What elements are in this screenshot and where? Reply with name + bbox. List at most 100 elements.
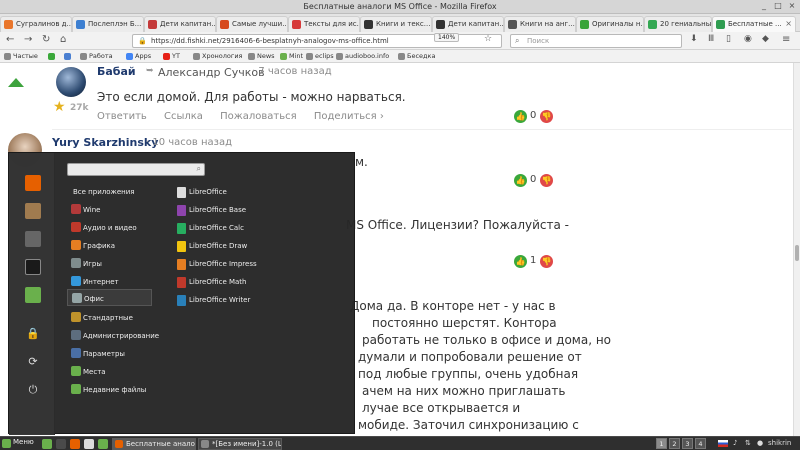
browser-tab[interactable]: Оригиналы н... — [576, 16, 644, 32]
upvote-arrow-icon[interactable] — [8, 78, 24, 87]
browser-tab-active[interactable]: Бесплатные ... × — [712, 16, 796, 32]
thumbs-down-icon[interactable]: 👎 — [540, 110, 553, 123]
hamburger-menu-icon[interactable]: ≡ — [782, 34, 790, 45]
browser-tab[interactable]: 20 гениальны... — [644, 16, 712, 32]
app-libreoffice-impress[interactable]: LibreOffice Impress — [172, 255, 352, 272]
permalink-link[interactable]: Ссылка — [164, 111, 203, 122]
browser-tab[interactable]: Дети капитан... — [432, 16, 504, 32]
volume-icon[interactable]: ♪ — [733, 439, 737, 447]
minimize-button[interactable]: _ — [758, 1, 770, 10]
zoom-indicator[interactable]: 140% — [434, 33, 460, 42]
bookmark-folder[interactable]: Работа — [80, 52, 113, 60]
browser-tab[interactable]: Сугралинов д... — [0, 16, 72, 32]
power-icon[interactable]: ⏻ — [26, 383, 40, 397]
bookmark-item[interactable]: Частые — [4, 52, 38, 60]
tab-close-icon[interactable]: × — [785, 19, 792, 28]
text-editor-icon[interactable] — [84, 439, 94, 449]
bookmark-item[interactable]: Apps — [126, 52, 151, 60]
app-libreoffice[interactable]: LibreOffice — [172, 183, 352, 200]
bookmark-folder[interactable]: Беседка — [398, 52, 435, 60]
thumbs-down-icon[interactable]: 👎 — [540, 255, 553, 268]
files-icon[interactable] — [25, 287, 41, 303]
extension-icon[interactable]: ◆ — [762, 34, 769, 44]
avatar[interactable] — [56, 67, 86, 97]
sidebar-icon[interactable]: ▯ — [726, 34, 731, 44]
browser-tab[interactable]: Книги на анг... — [504, 16, 576, 32]
app-libreoffice-base[interactable]: LibreOffice Base — [172, 201, 352, 218]
browser-tab[interactable]: Дети капитан... — [144, 16, 216, 32]
lock-screen-icon[interactable]: 🔒 — [26, 327, 40, 340]
bookmark-folder[interactable]: Mint — [280, 52, 303, 60]
workspace-1[interactable]: 1 — [656, 438, 667, 449]
bookmark-folder[interactable]: News — [248, 52, 275, 60]
reply-to-user[interactable]: ➥ Александр Сучков — [146, 66, 265, 79]
workspace-2[interactable]: 2 — [669, 438, 680, 449]
category-audio-video[interactable]: Аудио и видео — [67, 219, 152, 236]
report-link[interactable]: Пожаловаться — [220, 111, 297, 122]
share-link[interactable]: Поделиться › — [314, 111, 384, 122]
category-accessories[interactable]: Стандартные — [67, 309, 152, 326]
category-graphics[interactable]: Графика — [67, 237, 152, 254]
extension-icon[interactable]: ◉ — [744, 34, 752, 44]
comment-author[interactable]: Yury Skarzhinsky — [52, 136, 158, 149]
logout-icon[interactable]: ⟳ — [26, 355, 40, 368]
username[interactable]: shikrin — [768, 439, 791, 447]
menu-search-input[interactable]: ⌕ — [67, 163, 205, 176]
category-all-apps[interactable]: Все приложения — [67, 183, 152, 200]
thumbs-up-icon[interactable]: 👍 — [514, 110, 527, 123]
home-icon[interactable]: ⌂ — [60, 34, 66, 45]
download-icon[interactable]: ⬇ — [690, 34, 698, 44]
settings-icon[interactable] — [25, 231, 41, 247]
workspace-3[interactable]: 3 — [682, 438, 693, 449]
app-libreoffice-calc[interactable]: LibreOffice Calc — [172, 219, 352, 236]
maximize-button[interactable]: □ — [772, 1, 784, 10]
forward-arrow-icon[interactable]: → — [24, 34, 32, 45]
category-office[interactable]: Офис — [67, 289, 152, 306]
browser-tab[interactable]: Самые лучши... — [216, 16, 288, 32]
bookmark-item[interactable]: audioboo.info — [336, 52, 389, 60]
terminal-icon[interactable] — [56, 439, 66, 449]
close-button[interactable]: × — [786, 1, 798, 10]
thumbs-down-icon[interactable]: 👎 — [540, 174, 553, 187]
firefox-icon[interactable] — [70, 439, 80, 449]
page-scrollbar[interactable] — [793, 63, 800, 436]
bookmark-folder[interactable]: eclips — [306, 52, 334, 60]
bookmark-folder[interactable]: Хронология — [193, 52, 242, 60]
network-icon[interactable]: ⇅ — [745, 439, 751, 447]
keyboard-layout-flag-icon[interactable] — [718, 440, 728, 447]
category-places[interactable]: Места — [67, 363, 152, 380]
thumbs-up-icon[interactable]: 👍 — [514, 174, 527, 187]
firefox-icon[interactable] — [25, 175, 41, 191]
back-arrow-icon[interactable]: ← — [6, 34, 14, 45]
thumbs-up-icon[interactable]: 👍 — [514, 255, 527, 268]
app-libreoffice-math[interactable]: LibreOffice Math — [172, 273, 352, 290]
files-icon[interactable] — [98, 439, 108, 449]
start-menu-button[interactable]: Меню — [2, 438, 34, 448]
category-preferences[interactable]: Параметры — [67, 345, 152, 362]
category-internet[interactable]: Интернет — [67, 273, 152, 290]
show-desktop-icon[interactable] — [42, 439, 52, 449]
taskbar-window-gimp[interactable]: *[Без имени]-1.0 (Ц... — [198, 438, 282, 450]
taskbar-window-firefox[interactable]: Бесплатные аналог... — [112, 438, 196, 450]
workspace-4[interactable]: 4 — [695, 438, 706, 449]
category-recent-files[interactable]: Недавние файлы — [67, 381, 152, 398]
browser-tab[interactable]: Тексты для ис... — [288, 16, 360, 32]
browser-tab[interactable]: Послеплэн Б... — [72, 16, 144, 32]
category-wine[interactable]: Wine — [67, 201, 152, 218]
browser-tab[interactable]: Книги и текс... — [360, 16, 432, 32]
scrollbar-thumb[interactable] — [795, 245, 799, 261]
category-games[interactable]: Игры — [67, 255, 152, 272]
user-icon[interactable]: ● — [757, 439, 763, 447]
comment-author[interactable]: Бабай — [97, 65, 136, 78]
terminal-icon[interactable] — [25, 259, 41, 275]
reply-link[interactable]: Ответить — [97, 111, 147, 122]
software-manager-icon[interactable] — [25, 203, 41, 219]
bookmark-star-icon[interactable]: ☆ — [484, 34, 492, 44]
reload-icon[interactable]: ↻ — [42, 34, 50, 45]
library-icon[interactable]: Ⅲ — [708, 34, 714, 44]
app-libreoffice-writer[interactable]: LibreOffice Writer — [172, 291, 352, 308]
category-administration[interactable]: Администрирование — [67, 327, 159, 344]
app-libreoffice-draw[interactable]: LibreOffice Draw — [172, 237, 352, 254]
search-field[interactable]: ⌕ Поиск — [510, 34, 682, 48]
bookmark-item[interactable]: YT — [163, 52, 180, 60]
